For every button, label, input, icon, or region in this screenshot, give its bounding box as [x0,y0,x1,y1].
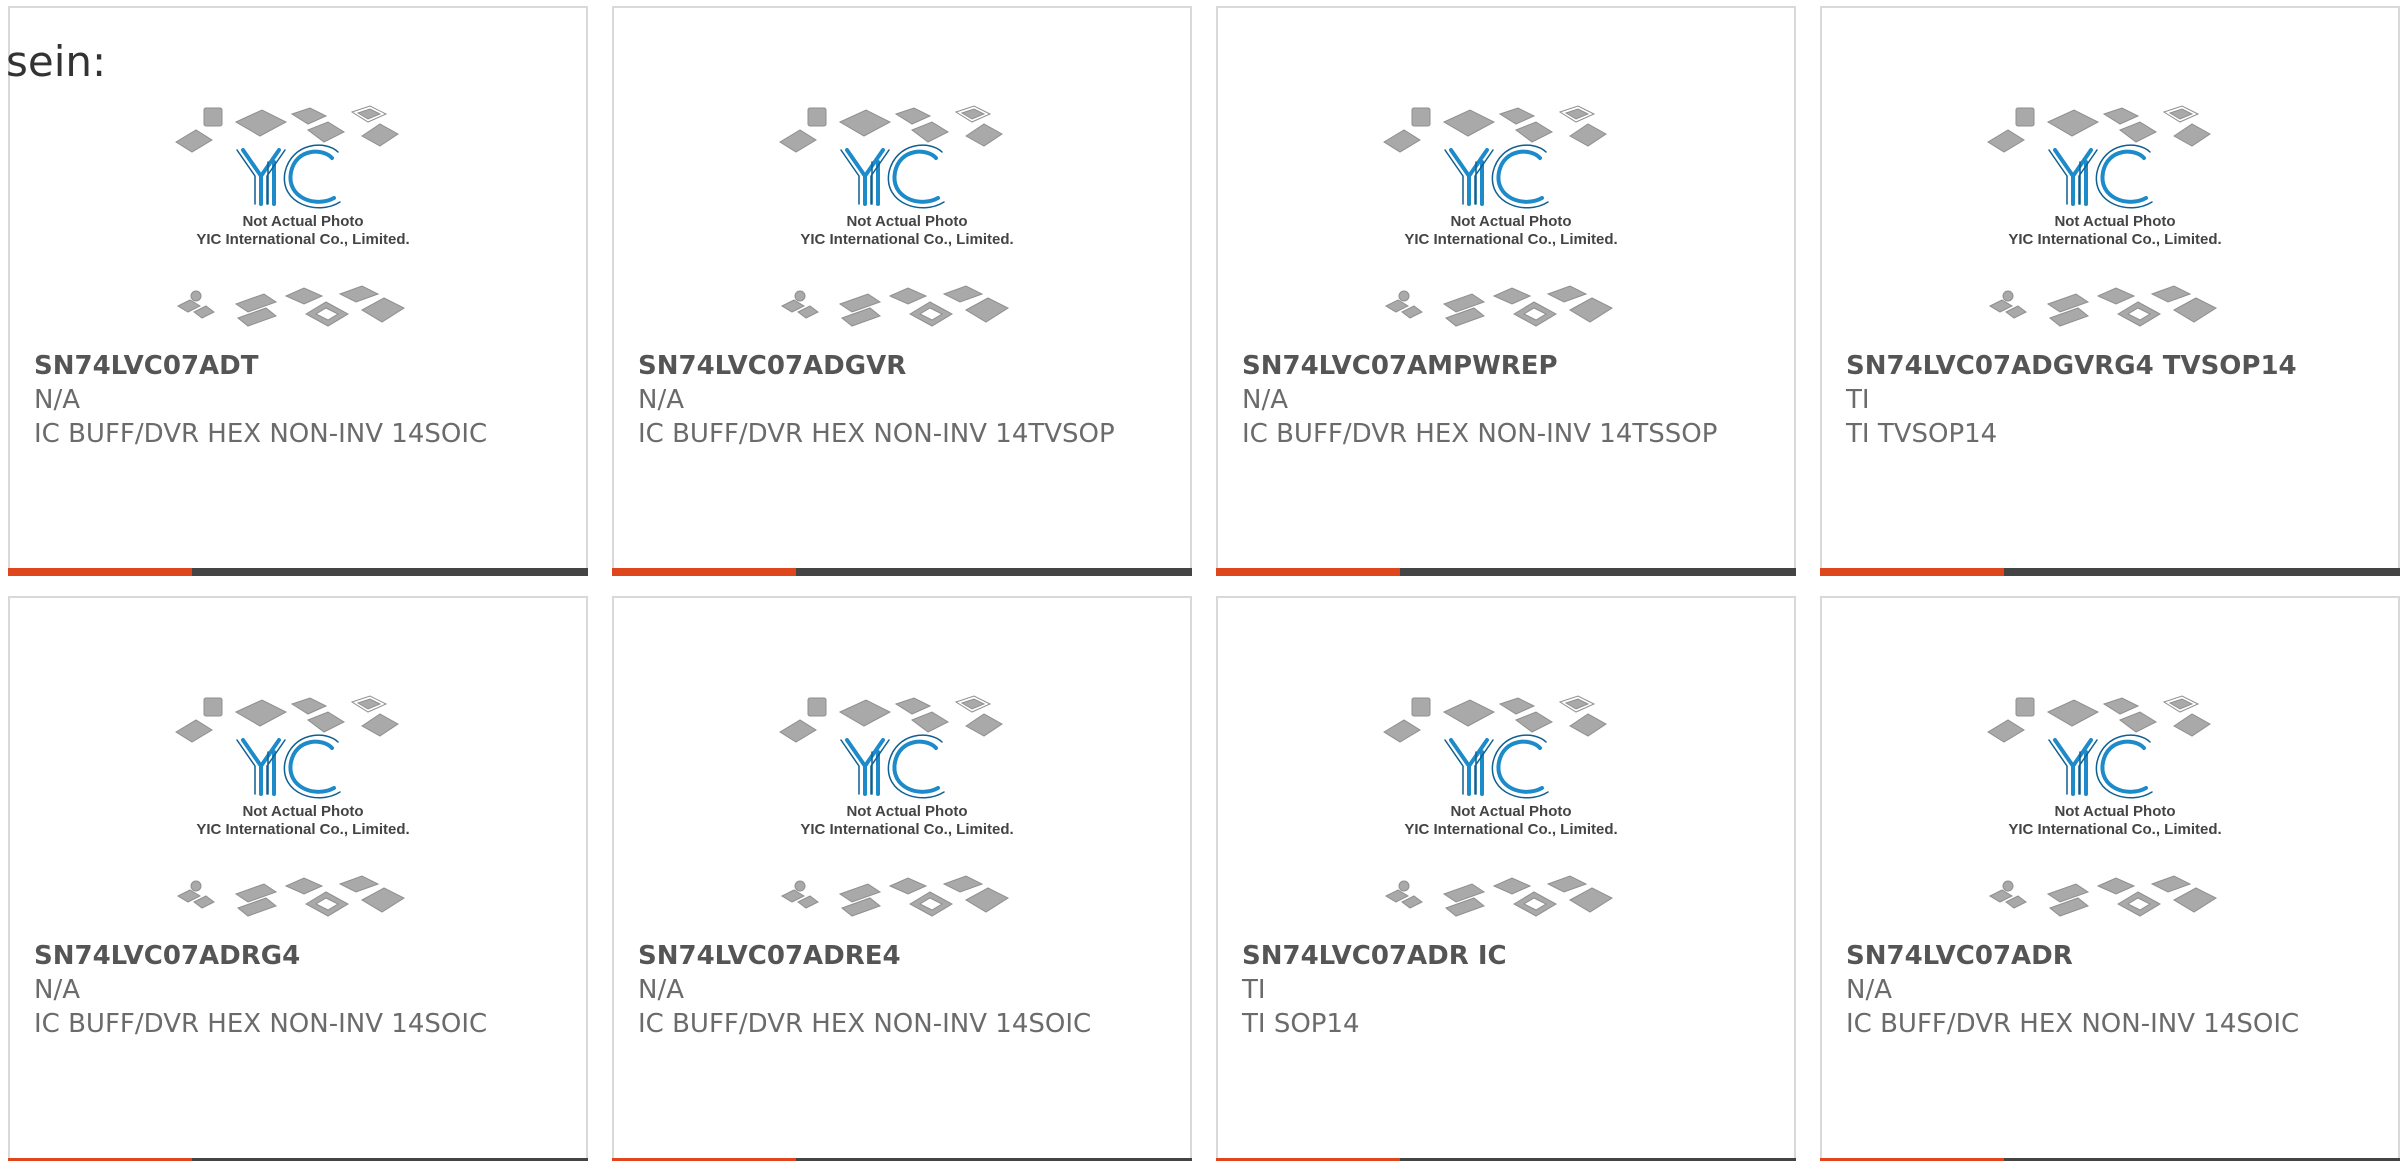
chip-package-icons-bottom [1384,285,1614,327]
yic-logo-icon [2053,148,2148,206]
product-photo: Not Actual Photo YIC International Co., … [1366,96,1656,346]
product-description: IC BUFF/DVR HEX NON-INV 14SOIC [638,1009,1092,1039]
photo-caption-line2: YIC International Co., Limited. [800,821,1013,838]
photo-caption-line2: YIC International Co., Limited. [800,231,1013,248]
photo-caption-line1: Not Actual Photo [242,213,363,230]
product-card[interactable]: Not Actual Photo YIC International Co., … [612,596,1192,1161]
chip-package-icons-top [175,695,399,743]
product-description: IC BUFF/DVR HEX NON-INV 14SOIC [1846,1009,2300,1039]
product-part-number[interactable]: SN74LVC07AMPWREP [1242,349,1778,383]
product-photo: Not Actual Photo YIC International Co., … [1970,686,2260,936]
product-info: SN74LVC07ADT N/A IC BUFF/DVR HEX NON-INV… [34,349,570,451]
photo-caption-line2: YIC International Co., Limited. [2008,821,2221,838]
yic-logo-icon [1449,148,1544,206]
product-description: IC BUFF/DVR HEX NON-INV 14TSSOP [1242,419,1718,449]
photo-caption-line1: Not Actual Photo [1450,213,1571,230]
photo-caption-line2: YIC International Co., Limited. [196,231,409,248]
chip-package-icons-bottom [176,285,406,327]
product-info: SN74LVC07ADGVR N/A IC BUFF/DVR HEX NON-I… [638,349,1174,451]
photo-caption-line2: YIC International Co., Limited. [196,821,409,838]
product-description: IC BUFF/DVR HEX NON-INV 14SOIC [34,419,488,449]
photo-caption-line1: Not Actual Photo [2054,803,2175,820]
product-manufacturer: TI [1846,385,1870,415]
product-card[interactable]: Not Actual Photo YIC International Co., … [1216,6,1796,576]
card-bottom-bar [1820,568,2400,576]
chip-package-icons-top [779,105,1003,153]
product-info: SN74LVC07ADRG4 N/A IC BUFF/DVR HEX NON-I… [34,939,570,1041]
photo-caption-line1: Not Actual Photo [846,803,967,820]
product-card[interactable]: Not Actual Photo YIC International Co., … [1820,6,2400,576]
chip-package-icons-bottom [1384,875,1614,917]
product-info: SN74LVC07ADGVRG4 TVSOP14 TI TI TVSOP14 [1846,349,2382,451]
product-info: SN74LVC07ADRE4 N/A IC BUFF/DVR HEX NON-I… [638,939,1174,1041]
yic-logo-icon [2053,738,2148,796]
photo-caption-line1: Not Actual Photo [242,803,363,820]
product-photo: Not Actual Photo YIC International Co., … [1970,96,2260,346]
product-description: IC BUFF/DVR HEX NON-INV 14TVSOP [638,419,1115,449]
product-card[interactable]: Not Actual Photo YIC International Co., … [8,596,588,1161]
chip-package-icons-bottom [780,285,1010,327]
chip-package-icons-bottom [1988,285,2218,327]
product-part-number[interactable]: SN74LVC07ADRE4 [638,939,1174,973]
chip-package-icons-top [1987,105,2211,153]
chip-package-icons-top [175,105,399,153]
card-bottom-bar-accent [612,568,796,576]
chip-package-icons-bottom [1988,875,2218,917]
card-bottom-bar [8,568,588,576]
product-description: TI TVSOP14 [1846,419,1998,449]
photo-caption-line1: Not Actual Photo [1450,803,1571,820]
chip-package-icons-top [1383,105,1607,153]
product-info: SN74LVC07ADR N/A IC BUFF/DVR HEX NON-INV… [1846,939,2382,1041]
product-manufacturer: N/A [638,975,684,1005]
product-manufacturer: N/A [34,975,80,1005]
product-manufacturer: N/A [1242,385,1288,415]
card-bottom-bar [612,568,1192,576]
yic-logo-icon [845,148,940,206]
product-part-number[interactable]: SN74LVC07ADGVRG4 TVSOP14 [1846,349,2382,383]
chip-package-icons-top [1383,695,1607,743]
product-photo: Not Actual Photo YIC International Co., … [158,96,448,346]
card-bottom-bar-accent [1216,568,1400,576]
yic-logo-icon [241,148,336,206]
yic-logo-icon [241,738,336,796]
chip-package-icons-top [1987,695,2211,743]
card-bottom-bar [1216,568,1796,576]
product-part-number[interactable]: SN74LVC07ADR [1846,939,2382,973]
product-info: SN74LVC07AMPWREP N/A IC BUFF/DVR HEX NON… [1242,349,1778,451]
product-manufacturer: N/A [638,385,684,415]
product-description: TI SOP14 [1242,1009,1360,1039]
product-manufacturer: TI [1242,975,1266,1005]
product-manufacturer: N/A [34,385,80,415]
product-card[interactable]: Not Actual Photo YIC International Co., … [8,6,588,576]
photo-caption-line2: YIC International Co., Limited. [1404,821,1617,838]
product-card[interactable]: Not Actual Photo YIC International Co., … [612,6,1192,576]
lead-text: sein: [6,37,107,86]
photo-caption-line1: Not Actual Photo [846,213,967,230]
product-photo: Not Actual Photo YIC International Co., … [1366,686,1656,936]
product-description: IC BUFF/DVR HEX NON-INV 14SOIC [34,1009,488,1039]
chip-package-icons-top [779,695,1003,743]
card-bottom-bar-accent [8,568,192,576]
product-card[interactable]: Not Actual Photo YIC International Co., … [1820,596,2400,1161]
product-manufacturer: N/A [1846,975,1892,1005]
product-photo: Not Actual Photo YIC International Co., … [762,96,1052,346]
product-part-number[interactable]: SN74LVC07ADT [34,349,570,383]
product-part-number[interactable]: SN74LVC07ADGVR [638,349,1174,383]
product-info: SN74LVC07ADR IC TI TI SOP14 [1242,939,1778,1041]
product-part-number[interactable]: SN74LVC07ADRG4 [34,939,570,973]
photo-caption-line1: Not Actual Photo [2054,213,2175,230]
chip-package-icons-bottom [176,875,406,917]
photo-caption-line2: YIC International Co., Limited. [2008,231,2221,248]
product-photo: Not Actual Photo YIC International Co., … [762,686,1052,936]
yic-logo-icon [845,738,940,796]
photo-caption-line2: YIC International Co., Limited. [1404,231,1617,248]
product-card[interactable]: Not Actual Photo YIC International Co., … [1216,596,1796,1161]
yic-logo-icon [1449,738,1544,796]
product-part-number[interactable]: SN74LVC07ADR IC [1242,939,1778,973]
product-photo: Not Actual Photo YIC International Co., … [158,686,448,936]
chip-package-icons-bottom [780,875,1010,917]
card-bottom-bar-accent [1820,568,2004,576]
